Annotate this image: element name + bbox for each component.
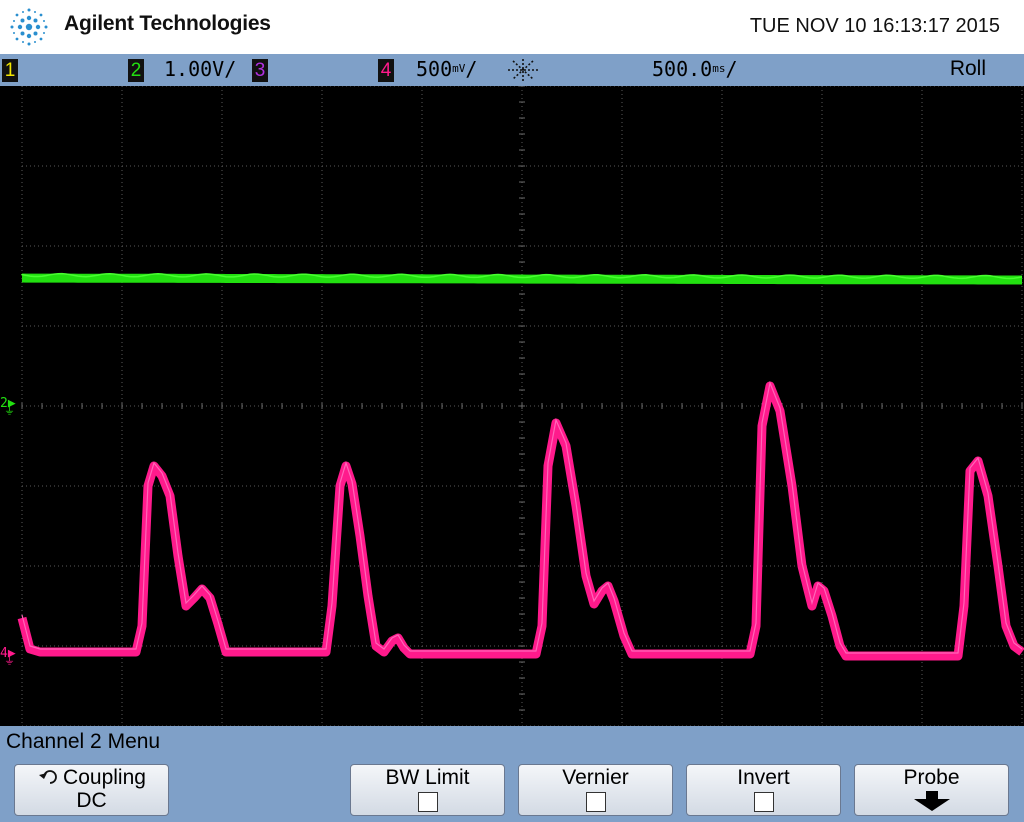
brand-name: Agilent Technologies (64, 12, 271, 35)
bw-limit-label: BW Limit (385, 766, 470, 789)
bw-limit-softkey[interactable]: BW Limit (350, 764, 505, 816)
channel-1-indicator[interactable]: 1 (2, 59, 18, 82)
date-time: TUE NOV 10 16:13:17 2015 (749, 15, 1000, 37)
coupling-value: DC (76, 789, 107, 812)
invert-label: Invert (737, 766, 790, 789)
cycle-icon (39, 770, 57, 784)
channel-2-scale: 1.00V/ (164, 57, 237, 81)
coupling-softkey[interactable]: Coupling DC (14, 764, 169, 816)
channel-4-indicator[interactable]: 4 (378, 59, 394, 82)
channel-3-indicator[interactable]: 3 (252, 59, 268, 82)
acquisition-mode: Roll (949, 57, 986, 80)
coupling-label-row: Coupling (15, 766, 168, 790)
timebase-value: 500.0 (652, 57, 713, 81)
menu-title: Channel 2 Menu (6, 730, 161, 753)
channel-2-menu: Channel 2 Menu Coupling DC BW Limit Vern… (0, 726, 1024, 822)
channel-4-ground-marker[interactable]: 4▶ ⏚ (0, 646, 16, 676)
timebase-scale: 500.0ms/ (652, 57, 738, 81)
coupling-label: Coupling (63, 766, 146, 789)
timebase-suffix: / (725, 57, 738, 81)
waveform-canvas (17, 86, 1024, 726)
bw-limit-checkbox[interactable] (417, 792, 438, 812)
channel-2-indicator[interactable]: 2 (128, 59, 144, 82)
probe-softkey[interactable]: Probe (854, 764, 1009, 816)
vernier-checkbox[interactable] (585, 792, 606, 812)
channel-4-scale-value: 500 (416, 57, 453, 81)
channel-2-trace (21, 273, 1023, 285)
vernier-label: Vernier (562, 766, 629, 789)
vernier-softkey[interactable]: Vernier (518, 764, 673, 816)
invert-softkey[interactable]: Invert (686, 764, 841, 816)
channel-4-scale-unit: mV (452, 62, 466, 75)
waveform-display[interactable]: 2▶ ⏚ 4▶ ⏚ (0, 86, 1024, 726)
channel-2-ground-marker[interactable]: 2▶ ⏚ (0, 396, 16, 426)
agilent-logo-icon (10, 8, 48, 46)
channel-4-scale: 500mV/ (416, 57, 477, 81)
channel-4-scale-suffix: / (465, 57, 478, 81)
invert-checkbox[interactable] (753, 792, 774, 812)
trigger-icon (508, 59, 538, 81)
header: Agilent Technologies TUE NOV 10 16:13:17… (0, 0, 1024, 54)
down-arrow-icon (913, 791, 950, 811)
timebase-unit: ms (712, 62, 726, 75)
probe-label: Probe (903, 766, 960, 789)
